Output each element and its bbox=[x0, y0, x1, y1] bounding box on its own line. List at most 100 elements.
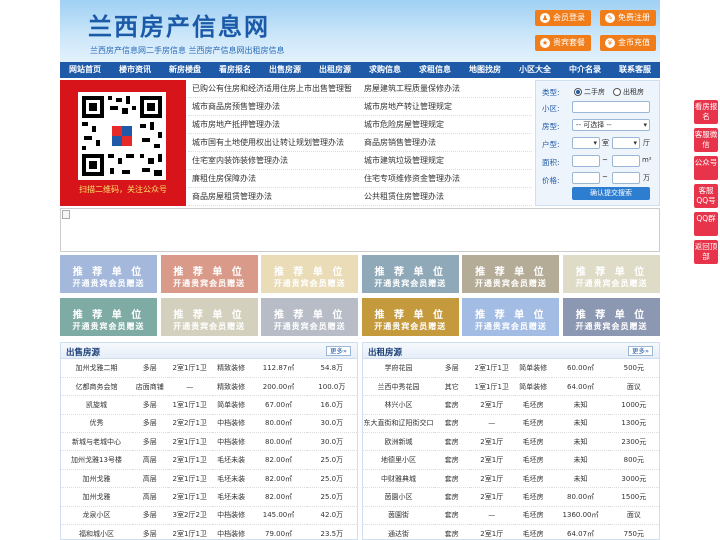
table-row[interactable]: 加州戈雅13号楼 高层 2室1厅1卫 毛坯未装 82.00㎡ 25.0万 bbox=[61, 450, 357, 470]
login-button[interactable]: ♟ 会员登录 bbox=[535, 10, 591, 26]
float-support-wechat[interactable]: 客服微信 bbox=[694, 128, 718, 152]
hall-select[interactable]: ▾ bbox=[612, 137, 640, 149]
table-row[interactable]: 加州戈雅 高层 2室1厅1卫 毛坯未装 82.00㎡ 25.0万 bbox=[61, 469, 357, 489]
table-row[interactable]: 中财雅典城 套房 2室1厅 毛坯房 未知 3000元 bbox=[363, 469, 659, 489]
house-type-select[interactable]: -- 可选择 -- ▾ bbox=[572, 119, 650, 131]
float-back-to-top[interactable]: 返回顶部 bbox=[694, 240, 718, 264]
table-cell[interactable]: 学府花园 bbox=[363, 359, 435, 378]
float-official-account[interactable]: 公众号 bbox=[694, 156, 718, 180]
table-row[interactable]: 凯旋城 多层 1室1厅1卫 简单装修 67.00㎡ 16.0万 bbox=[61, 395, 357, 415]
table-cell[interactable]: 通达街 bbox=[363, 524, 435, 539]
vip-package-button[interactable]: ★ 贵宾套餐 bbox=[535, 35, 591, 51]
table-cell[interactable]: 林兴小区 bbox=[363, 395, 435, 415]
table-row[interactable]: 林兴小区 套房 2室1厅 毛坯房 未知 1000元 bbox=[363, 395, 659, 415]
site-title[interactable]: 兰西房产信息网 bbox=[88, 7, 270, 42]
table-row[interactable]: 龙泉小区 多层 3室2厅2卫 中档装修 145.00㎡ 42.0万 bbox=[61, 506, 357, 526]
table-row[interactable]: 地德里小区 套房 2室1厅 毛坯房 未知 800元 bbox=[363, 450, 659, 470]
ad-tile[interactable]: 推 荐 单 位开通贵宾会员赠送 bbox=[462, 298, 560, 336]
table-row[interactable]: 茵園街 套房 — 毛坯房 1360.00㎡ 面议 bbox=[363, 506, 659, 526]
nav-for-sale[interactable]: 出售房源 bbox=[260, 62, 310, 78]
table-row[interactable]: 东大直街和辽阳街交口 套房 — 毛坯房 未知 1300元 bbox=[363, 414, 659, 434]
ad-tile[interactable]: 推 荐 单 位开通贵宾会员赠送 bbox=[60, 255, 157, 293]
search-submit-button[interactable]: 确认提交搜索 bbox=[572, 187, 650, 200]
table-cell[interactable]: 加州戈雅 bbox=[61, 469, 133, 489]
ad-tile[interactable]: 推 荐 单 位开通贵宾会员赠送 bbox=[462, 255, 560, 293]
table-row[interactable]: 新城与老城中心 多层 2室1厅1卫 中档装修 80.00㎡ 30.0万 bbox=[61, 432, 357, 452]
policy-link[interactable]: 已购公有住房和经济适用住房上市出售管理暂 bbox=[188, 80, 360, 97]
policy-link[interactable]: 廉租住房保障办法 bbox=[188, 170, 360, 187]
nav-viewing-signup[interactable]: 看房报名 bbox=[210, 62, 260, 78]
community-input[interactable] bbox=[572, 101, 650, 113]
policy-link[interactable]: 城市危险房屋管理规定 bbox=[360, 116, 532, 133]
nav-want-rent[interactable]: 求租信息 bbox=[410, 62, 460, 78]
area-max-input[interactable] bbox=[612, 155, 640, 167]
policy-link[interactable]: 房屋建筑工程质量保修办法 bbox=[360, 80, 532, 97]
table-cell[interactable]: 欧洲新城 bbox=[363, 432, 435, 452]
ad-tile[interactable]: 推 荐 单 位开通贵宾会员赠送 bbox=[60, 298, 157, 336]
table-cell[interactable]: 兰西中秀花园 bbox=[363, 377, 435, 397]
table-cell[interactable]: 福和城小区 bbox=[61, 524, 133, 539]
nav-communities[interactable]: 小区大全 bbox=[510, 62, 560, 78]
policy-link[interactable]: 商品房屋租赁管理办法 bbox=[188, 188, 360, 205]
ad-tile[interactable]: 推 荐 单 位开通贵宾会员赠送 bbox=[261, 298, 359, 336]
table-cell[interactable]: 茵園街 bbox=[363, 506, 435, 526]
table-cell[interactable]: 东大直街和辽阳街交口 bbox=[363, 414, 435, 434]
policy-link[interactable]: 商品房销售管理办法 bbox=[360, 134, 532, 151]
nav-agents[interactable]: 中介名录 bbox=[560, 62, 610, 78]
table-row[interactable]: 亿都商务会馆 店面商铺 — 精致装修 200.00㎡ 100.0万 bbox=[61, 377, 357, 397]
policy-link[interactable]: 公共租赁住房管理办法 bbox=[360, 188, 532, 205]
table-row[interactable]: 通达街 套房 2室1厅 毛坯房 64.07㎡ 750元 bbox=[363, 524, 659, 539]
policy-link[interactable]: 城市房地产抵押管理办法 bbox=[188, 116, 360, 133]
table-row[interactable]: 茵園小区 套房 2室1厅 毛坯房 80.00㎡ 1500元 bbox=[363, 487, 659, 507]
nav-map[interactable]: 地图找房 bbox=[460, 62, 510, 78]
policy-link[interactable]: 城市商品房预售管理办法 bbox=[188, 98, 360, 115]
table-cell[interactable]: 中财雅典城 bbox=[363, 469, 435, 489]
nav-new-homes[interactable]: 新房楼盘 bbox=[160, 62, 210, 78]
radio-rent[interactable] bbox=[613, 88, 621, 96]
float-qq-group[interactable]: QQ群 bbox=[694, 212, 718, 236]
ad-tile[interactable]: 推 荐 单 位开通贵宾会员赠送 bbox=[361, 255, 459, 293]
register-button[interactable]: ✎ 免费注册 bbox=[600, 10, 656, 26]
ad-tile[interactable]: 推 荐 单 位开通贵宾会员赠送 bbox=[261, 255, 359, 293]
nav-for-rent[interactable]: 出租房源 bbox=[310, 62, 360, 78]
float-support-qq[interactable]: 客服QQ号 bbox=[694, 184, 718, 208]
room-select[interactable]: ▾ bbox=[572, 137, 600, 149]
table-cell[interactable]: 优秀 bbox=[61, 414, 133, 434]
nav-support[interactable]: 联系客服 bbox=[610, 62, 660, 78]
table-row[interactable]: 兰西中秀花园 其它 1室1厅1卫 简单装修 64.00㎡ 面议 bbox=[363, 377, 659, 397]
table-cell[interactable]: 加州戈雅13号楼 bbox=[61, 450, 133, 470]
more-button[interactable]: 更多» bbox=[326, 346, 351, 356]
policy-link[interactable]: 住宅专项维修资金管理办法 bbox=[360, 170, 532, 187]
table-row[interactable]: 学府花园 多层 2室1厅1卫 简单装修 60.00㎡ 500元 bbox=[363, 359, 659, 378]
table-row[interactable]: 欧洲新城 套房 2室1厅 毛坯房 未知 2300元 bbox=[363, 432, 659, 452]
ad-tile[interactable]: 推 荐 单 位开通贵宾会员赠送 bbox=[562, 298, 660, 336]
table-row[interactable]: 加州戈雅 高层 2室1厅1卫 毛坯未装 82.00㎡ 25.0万 bbox=[61, 487, 357, 507]
price-max-input[interactable] bbox=[612, 172, 640, 184]
policy-link[interactable]: 城市房地产转让管理规定 bbox=[360, 98, 532, 115]
more-button[interactable]: 更多» bbox=[628, 346, 653, 356]
table-cell[interactable]: 龙泉小区 bbox=[61, 506, 133, 526]
table-cell[interactable]: 茵園小区 bbox=[363, 487, 435, 507]
price-min-input[interactable] bbox=[572, 172, 600, 184]
float-viewing-signup[interactable]: 看房报名 bbox=[694, 100, 718, 124]
nav-want-buy[interactable]: 求购信息 bbox=[360, 62, 410, 78]
ad-tile[interactable]: 推 荐 单 位开通贵宾会员赠送 bbox=[160, 298, 258, 336]
table-row[interactable]: 福和城小区 多层 2室1厅1卫 中档装修 79.00㎡ 23.5万 bbox=[61, 524, 357, 539]
table-cell[interactable]: 凯旋城 bbox=[61, 395, 133, 415]
policy-link[interactable]: 城市建筑垃圾管理规定 bbox=[360, 152, 532, 169]
table-row[interactable]: 加州戈雅二期 多层 2室1厅1卫 精致装修 112.87㎡ 54.8万 bbox=[61, 359, 357, 378]
ad-tile[interactable]: 推 荐 单 位开通贵宾会员赠送 bbox=[160, 255, 258, 293]
table-row[interactable]: 优秀 多层 2室2厅1卫 中档装修 80.00㎡ 30.0万 bbox=[61, 414, 357, 434]
table-cell[interactable]: 亿都商务会馆 bbox=[61, 377, 133, 397]
table-cell[interactable]: 加州戈雅二期 bbox=[61, 359, 133, 378]
ad-tile[interactable]: 推 荐 单 位开通贵宾会员赠送 bbox=[562, 255, 660, 293]
area-min-input[interactable] bbox=[572, 155, 600, 167]
coin-recharge-button[interactable]: ¥ 金币充值 bbox=[600, 35, 656, 51]
policy-link[interactable]: 城市国有土地使用权出让转让规划管理办法 bbox=[188, 134, 360, 151]
table-cell[interactable]: 加州戈雅 bbox=[61, 487, 133, 507]
nav-news[interactable]: 楼市资讯 bbox=[110, 62, 160, 78]
policy-link[interactable]: 住宅室内装饰装修管理办法 bbox=[188, 152, 360, 169]
nav-home[interactable]: 网站首页 bbox=[60, 62, 110, 78]
table-cell[interactable]: 新城与老城中心 bbox=[61, 432, 133, 452]
ad-tile[interactable]: 推 荐 单 位开通贵宾会员赠送 bbox=[361, 298, 459, 336]
